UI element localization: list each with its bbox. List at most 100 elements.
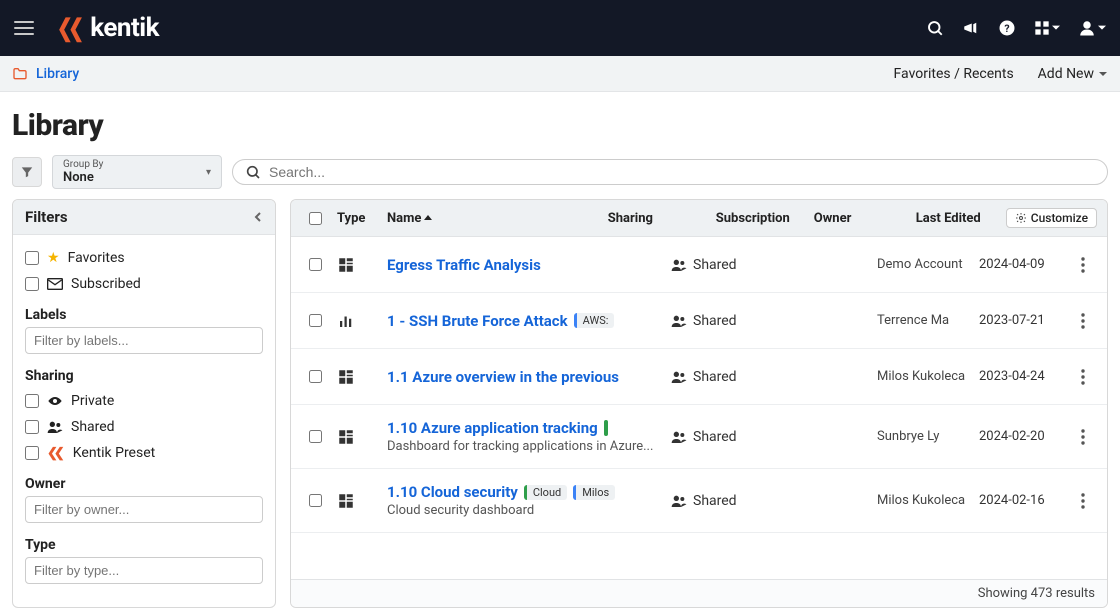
chevron-down-icon — [1098, 69, 1108, 79]
dashboard-icon — [337, 492, 379, 510]
search-icon[interactable] — [926, 19, 944, 37]
add-new-menu[interactable]: Add New — [1038, 66, 1108, 82]
col-sharing[interactable]: Sharing — [608, 211, 708, 226]
row-menu-button[interactable] — [1069, 257, 1097, 273]
owner-filter-input[interactable] — [25, 496, 263, 523]
brand-text: kentik — [90, 13, 159, 43]
filter-kentik-preset[interactable]: ❮❮ Kentik Preset — [25, 440, 263, 466]
filter-subscribed[interactable]: Subscribed — [25, 271, 263, 297]
sharing-section-label: Sharing — [25, 368, 263, 384]
private-checkbox[interactable] — [25, 394, 39, 408]
row-last-edited: 2023-04-24 — [979, 369, 1061, 384]
results-count: Showing 473 results — [978, 586, 1095, 601]
row-last-edited: 2024-02-16 — [979, 493, 1061, 508]
topbar-actions: ? — [926, 19, 1106, 37]
folder-icon — [12, 66, 28, 82]
breadcrumb-bar: Library Favorites / Recents Add New — [0, 56, 1120, 92]
people-icon — [671, 370, 687, 384]
row-description: Cloud security dashboard — [387, 503, 663, 518]
favorites-checkbox[interactable] — [25, 251, 39, 265]
row-sharing: Shared — [693, 369, 737, 385]
tag[interactable]: Milos — [573, 485, 615, 500]
people-icon — [671, 314, 687, 328]
row-name-link[interactable]: 1 - SSH Brute Force Attack — [387, 312, 568, 330]
star-icon: ★ — [47, 250, 60, 266]
filter-favorites[interactable]: ★ Favorites — [25, 245, 263, 271]
collapse-filters-button[interactable] — [253, 212, 263, 222]
chart-icon — [337, 312, 379, 330]
row-checkbox[interactable] — [309, 314, 322, 327]
row-menu-button[interactable] — [1069, 493, 1097, 509]
envelope-icon — [47, 278, 63, 290]
table-row: 1.10 Azure application trackingDashboard… — [291, 405, 1107, 469]
filter-toggle-button[interactable] — [12, 157, 42, 187]
brand-logo[interactable]: ❮❮ kentik — [54, 13, 159, 43]
col-subscription[interactable]: Subscription — [716, 211, 806, 226]
row-name-link[interactable]: 1.1 Azure overview in the previous — [387, 368, 619, 386]
customize-button[interactable]: Customize — [1006, 208, 1097, 228]
user-menu[interactable] — [1078, 19, 1106, 37]
kentik-preset-checkbox[interactable] — [25, 446, 39, 460]
search-box[interactable] — [232, 159, 1108, 185]
gear-icon — [1015, 212, 1027, 224]
apps-icon[interactable] — [1034, 20, 1060, 36]
col-type[interactable]: Type — [337, 211, 379, 226]
filter-shared[interactable]: Shared — [25, 414, 263, 440]
menu-toggle[interactable] — [14, 16, 38, 40]
row-name-link[interactable]: Egress Traffic Analysis — [387, 256, 541, 274]
dashboard-icon — [337, 256, 379, 274]
help-icon[interactable]: ? — [998, 19, 1016, 37]
chevron-left-icon — [253, 212, 263, 222]
row-sharing: Shared — [693, 429, 737, 445]
row-last-edited: 2023-07-21 — [979, 313, 1061, 328]
row-checkbox[interactable] — [309, 258, 322, 271]
subscribed-checkbox[interactable] — [25, 277, 39, 291]
tag[interactable]: Cloud — [524, 485, 567, 500]
row-name-link[interactable]: 1.10 Azure application tracking — [387, 419, 598, 437]
breadcrumb-library[interactable]: Library — [36, 66, 79, 82]
row-last-edited: 2024-04-09 — [979, 257, 1061, 272]
row-sharing: Shared — [693, 313, 737, 329]
labels-filter-input[interactable] — [25, 327, 263, 354]
people-icon — [671, 258, 687, 272]
row-menu-button[interactable] — [1069, 369, 1097, 385]
svg-text:?: ? — [1004, 22, 1009, 35]
owner-section-label: Owner — [25, 476, 263, 492]
row-menu-button[interactable] — [1069, 429, 1097, 445]
row-menu-button[interactable] — [1069, 313, 1097, 329]
group-by-select[interactable]: Group By None ▾ — [52, 155, 222, 189]
type-filter-input[interactable] — [25, 557, 263, 584]
table-header: Type Name Sharing Subscription Owner Las… — [291, 200, 1107, 237]
search-input[interactable] — [269, 164, 1095, 180]
announcement-icon[interactable] — [962, 19, 980, 37]
filters-header: Filters — [13, 200, 275, 235]
funnel-icon — [20, 165, 34, 179]
tag-indicator — [604, 420, 608, 436]
select-all-checkbox[interactable] — [309, 212, 322, 225]
row-checkbox[interactable] — [309, 430, 322, 443]
results-table: Type Name Sharing Subscription Owner Las… — [290, 199, 1108, 608]
people-icon — [671, 430, 687, 444]
topbar: ❮❮ kentik ? — [0, 0, 1120, 56]
row-last-edited: 2024-02-20 — [979, 429, 1061, 444]
col-owner[interactable]: Owner — [814, 211, 908, 226]
row-sharing: Shared — [693, 257, 737, 273]
col-name[interactable]: Name — [387, 211, 600, 226]
row-owner: Milos Kukoleca — [877, 493, 971, 508]
col-last-edited[interactable]: Last Edited — [916, 211, 998, 226]
favorites-recents-link[interactable]: Favorites / Recents — [894, 66, 1014, 82]
people-icon — [671, 494, 687, 508]
shared-checkbox[interactable] — [25, 420, 39, 434]
tag[interactable]: AWS: — [574, 313, 615, 328]
row-sharing: Shared — [693, 493, 737, 509]
filter-private[interactable]: Private — [25, 388, 263, 414]
table-row: 1.10 Cloud security Cloud Milos Cloud secur… — [291, 469, 1107, 533]
row-owner: Sunbrye Ly — [877, 429, 971, 444]
row-name-link[interactable]: 1.10 Cloud security — [387, 483, 518, 501]
type-section-label: Type — [25, 537, 263, 553]
group-by-value: None — [63, 171, 103, 186]
row-checkbox[interactable] — [309, 370, 322, 383]
page-title: Library — [0, 92, 1120, 155]
row-checkbox[interactable] — [309, 494, 322, 507]
people-icon — [47, 420, 63, 434]
